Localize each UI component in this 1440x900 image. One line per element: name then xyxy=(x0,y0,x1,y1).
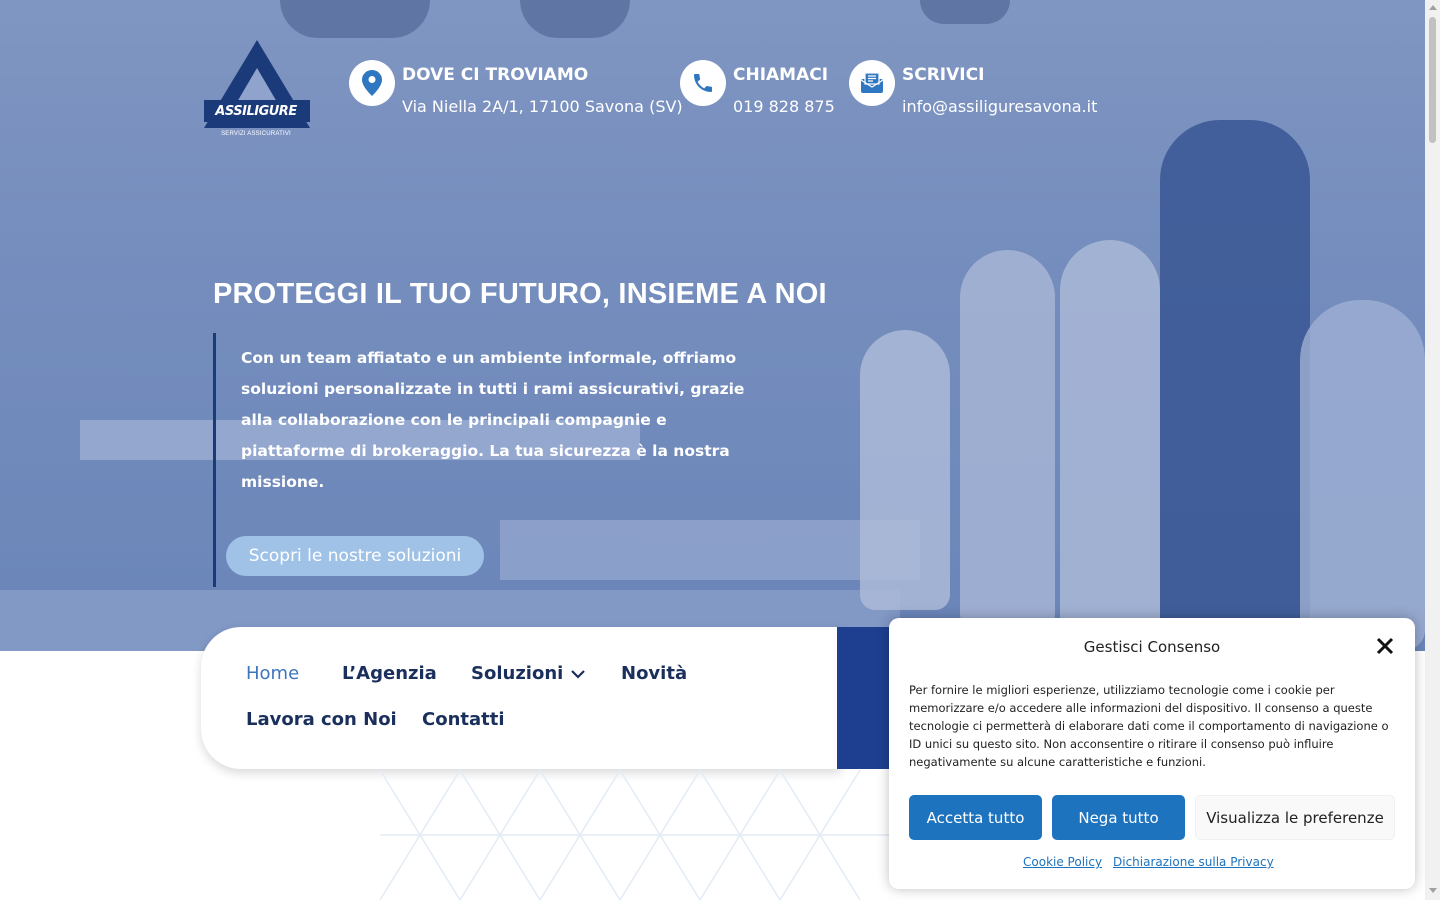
contact-phone-title: CHIAMACI xyxy=(733,65,829,85)
contact-email-title: SCRIVICI xyxy=(902,65,985,85)
scroll-down-arrow-icon[interactable] xyxy=(1429,888,1437,893)
contact-location: DOVE CI TROVIAMO Via Niella 2A/1, 17100 … xyxy=(349,60,683,116)
nav-accent-panel xyxy=(837,627,897,769)
assiligure-logo-icon[interactable] xyxy=(204,40,310,142)
contact-phone: CHIAMACI 019 828 875 xyxy=(680,60,835,116)
contact-phone-value[interactable]: 019 828 875 xyxy=(733,97,835,116)
logo-wordmark: ASSILIGURE xyxy=(215,104,297,119)
chevron-down-icon xyxy=(571,669,586,679)
nav-item-contatti[interactable]: Contatti xyxy=(422,709,505,730)
scrollbar-thumb[interactable] xyxy=(1429,17,1436,143)
hero-intro-text: Con un team affiatato e un ambiente info… xyxy=(241,349,745,491)
hero-headline: PROTEGGI IL TUO FUTURO, INSIEME A NOI xyxy=(213,278,827,310)
privacy-statement-link[interactable]: Dichiarazione sulla Privacy xyxy=(1113,855,1274,869)
scroll-up-arrow-icon[interactable] xyxy=(1429,5,1437,10)
contact-location-title: DOVE CI TROVIAMO xyxy=(402,65,589,85)
contact-email-value[interactable]: info@assiliguresavona.it xyxy=(902,97,1097,116)
accept-all-button[interactable]: Accetta tutto xyxy=(909,795,1042,840)
cookie-policy-link[interactable]: Cookie Policy xyxy=(1023,855,1102,869)
phone-icon xyxy=(680,60,726,106)
deny-all-button[interactable]: Nega tutto xyxy=(1052,795,1185,840)
nav-item-lavora[interactable]: Lavora con Noi xyxy=(246,709,397,730)
contact-email: SCRIVICI info@assiliguresavona.it xyxy=(849,60,1097,116)
nav-item-agenzia[interactable]: L’Agenzia xyxy=(342,663,437,684)
envelope-icon xyxy=(849,60,895,106)
consent-title: Gestisci Consenso xyxy=(1083,638,1221,656)
main-navigation xyxy=(201,627,841,769)
view-preferences-button[interactable]: Visualizza le preferenze xyxy=(1195,795,1395,840)
background-pattern xyxy=(380,770,900,900)
close-icon[interactable] xyxy=(1375,636,1395,656)
discover-solutions-button[interactable]: Scopri le nostre soluzioni xyxy=(226,536,484,576)
nav-item-novita[interactable]: Novità xyxy=(621,663,687,684)
contact-location-value: Via Niella 2A/1, 17100 Savona (SV) xyxy=(402,97,683,116)
consent-body: Per fornire le migliori esperienze, util… xyxy=(909,683,1389,769)
nav-item-home[interactable]: Home xyxy=(246,663,299,684)
map-pin-icon xyxy=(349,60,395,106)
logo-tagline: SERVIZI ASSICURATIVI xyxy=(221,131,291,137)
cookie-consent-dialog: Gestisci Consenso Per fornire le miglior… xyxy=(889,618,1415,889)
nav-item-soluzioni[interactable]: Soluzioni xyxy=(471,663,586,684)
nav-item-soluzioni-label: Soluzioni xyxy=(471,663,564,684)
